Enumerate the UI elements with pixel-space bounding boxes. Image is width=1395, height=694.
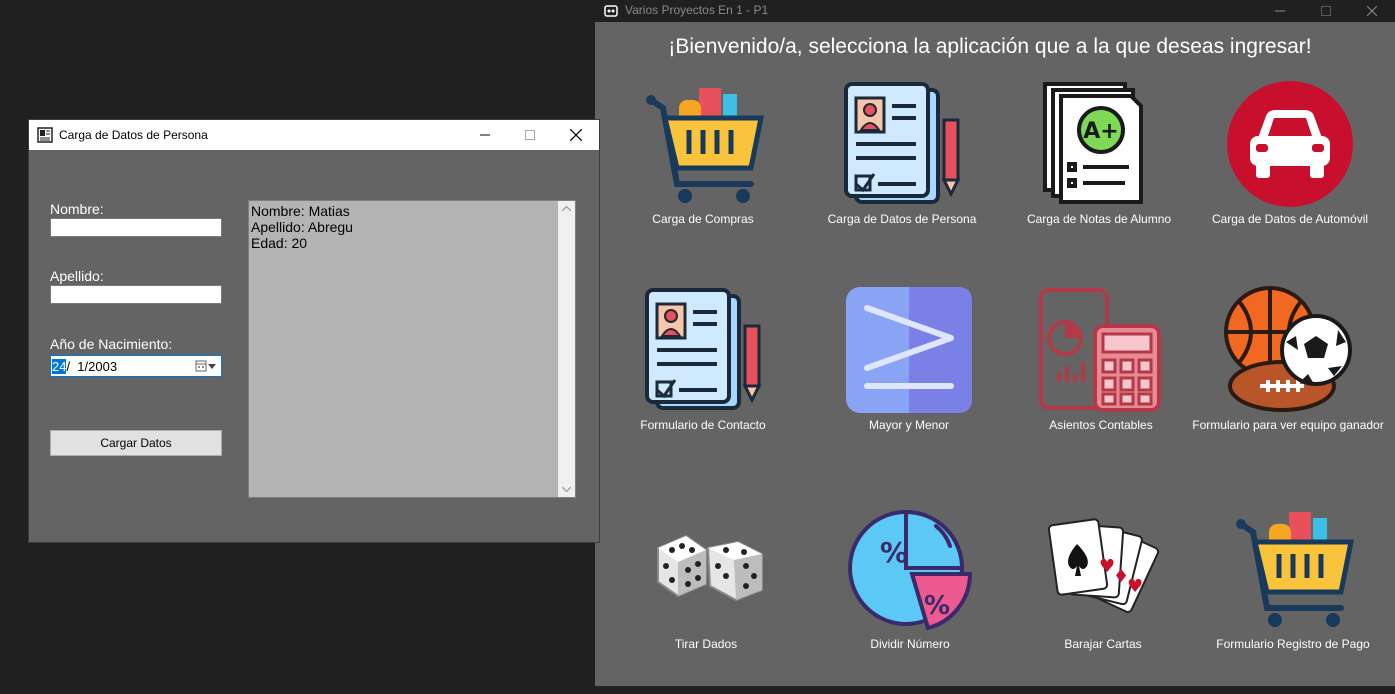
- playing-cards-icon: ♥ ♦ ♥: [1047, 518, 1160, 613]
- app-tile-barajar-cartas[interactable]: ♥ ♦ ♥ Barajar Cartas: [1003, 504, 1203, 694]
- date-day-selected[interactable]: 24: [52, 359, 67, 374]
- date-rest: / 1/2003: [66, 359, 118, 374]
- minimize-icon: [480, 134, 490, 136]
- nacimiento-label: Año de Nacimiento:: [50, 336, 173, 352]
- nombre-label: Nombre:: [50, 201, 104, 217]
- app-label: Carga de Datos de Automóvil: [1211, 212, 1369, 226]
- scroll-up-icon[interactable]: [562, 206, 571, 212]
- nombre-input[interactable]: [50, 218, 222, 237]
- svg-text:A+: A+: [1083, 119, 1118, 144]
- app-tile-equipo-ganador[interactable]: Formulario para ver equipo ganador: [1188, 286, 1388, 476]
- app-tile-registro-pago[interactable]: Formulario Registro de Pago: [1193, 504, 1393, 694]
- dice-icon: [657, 534, 763, 602]
- app-tile-carga-compras[interactable]: Carga de Compras: [603, 80, 803, 270]
- app-tile-asientos-contables[interactable]: Asientos Contables: [1001, 286, 1201, 476]
- cargar-datos-button[interactable]: Cargar Datos: [50, 430, 222, 456]
- app-label: Barajar Cartas: [1064, 637, 1142, 651]
- maximize-icon: [1321, 6, 1331, 16]
- calendar-dropdown-icon[interactable]: [195, 360, 217, 372]
- app-tile-mayor-menor[interactable]: Mayor y Menor: [809, 286, 1009, 476]
- grade-report-icon: A+: [1043, 82, 1143, 204]
- form-minimize-button[interactable]: [462, 120, 508, 150]
- apellido-label: Apellido:: [50, 268, 104, 284]
- minimize-icon: [1275, 10, 1285, 12]
- output-textbox[interactable]: Nombre: Matias Apellido: Abregu Edad: 20: [248, 200, 576, 498]
- app-tile-formulario-contacto[interactable]: Formulario de Contacto: [603, 286, 803, 476]
- app-label: Carga de Compras: [652, 212, 754, 226]
- form-close-button[interactable]: [553, 120, 599, 150]
- app-label: Tirar Dados: [674, 637, 738, 651]
- app-tile-notas-alumno[interactable]: A+ Carga de Notas de Alumno: [999, 80, 1199, 270]
- person-form-window: Carga de Datos de Persona Nombre: Apelli…: [29, 120, 599, 542]
- close-icon: [570, 129, 582, 141]
- sports-balls-icon: [1224, 286, 1352, 412]
- car-icon: [1227, 81, 1353, 207]
- close-icon: [1367, 6, 1377, 16]
- date-value: 24/ 1/2003: [52, 359, 117, 374]
- greater-equal-icon: [846, 287, 972, 413]
- maximize-icon: [525, 130, 535, 140]
- output-line: Nombre: Matias: [251, 203, 350, 219]
- app-tile-datos-automovil[interactable]: Carga de Datos de Automóvil: [1190, 80, 1390, 270]
- form-titlebar[interactable]: Carga de Datos de Persona: [29, 120, 599, 150]
- main-titlebar[interactable]: Varios Proyectos En 1 - P1: [595, 0, 1395, 22]
- app-tile-dividir-numero[interactable]: % % Dividir Número: [810, 504, 1010, 694]
- app-tile-tirar-dados[interactable]: Tirar Dados: [606, 504, 806, 694]
- main-window: Varios Proyectos En 1 - P1 ¡Bienvenido/a…: [595, 0, 1395, 686]
- svg-text:♥: ♥: [1127, 576, 1143, 597]
- app-label: Carga de Datos de Persona: [827, 212, 977, 226]
- app-label: Dividir Número: [870, 637, 950, 651]
- close-button[interactable]: [1349, 0, 1395, 22]
- apellido-input[interactable]: [50, 285, 222, 304]
- app-label: Carga de Notas de Alumno: [1026, 212, 1172, 226]
- form-window-icon: [37, 127, 53, 143]
- svg-text:%: %: [880, 536, 908, 569]
- calculator-icon: [1039, 288, 1161, 412]
- maximize-button[interactable]: [1303, 0, 1349, 22]
- app-label: Formulario para ver equipo ganador: [1192, 418, 1384, 432]
- minimize-button[interactable]: [1257, 0, 1303, 22]
- scroll-down-icon[interactable]: [562, 486, 571, 492]
- app-window-icon: [604, 5, 618, 17]
- percent-pie-icon: % %: [848, 509, 973, 631]
- main-window-title: Varios Proyectos En 1 - P1: [625, 3, 769, 17]
- person-document-icon: [844, 82, 961, 204]
- app-label: Formulario Registro de Pago: [1216, 637, 1370, 651]
- form-maximize-button[interactable]: [507, 120, 553, 150]
- shopping-cart-icon: [646, 88, 765, 203]
- welcome-heading: ¡Bienvenido/a, selecciona la aplicación …: [668, 35, 1312, 58]
- app-label: Mayor y Menor: [868, 418, 950, 432]
- svg-text:%: %: [924, 591, 950, 621]
- contact-document-icon: [645, 288, 762, 410]
- payment-cart-icon: [1236, 512, 1355, 627]
- form-window-title: Carga de Datos de Persona: [59, 128, 208, 142]
- app-label: Formulario de Contacto: [640, 418, 766, 432]
- output-line: Apellido: Abregu: [251, 219, 353, 235]
- birth-date-picker[interactable]: 24/ 1/2003: [50, 355, 222, 377]
- app-tile-datos-persona[interactable]: Carga de Datos de Persona: [802, 80, 1002, 270]
- output-line: Edad: 20: [251, 235, 308, 251]
- output-scrollbar[interactable]: [558, 201, 575, 497]
